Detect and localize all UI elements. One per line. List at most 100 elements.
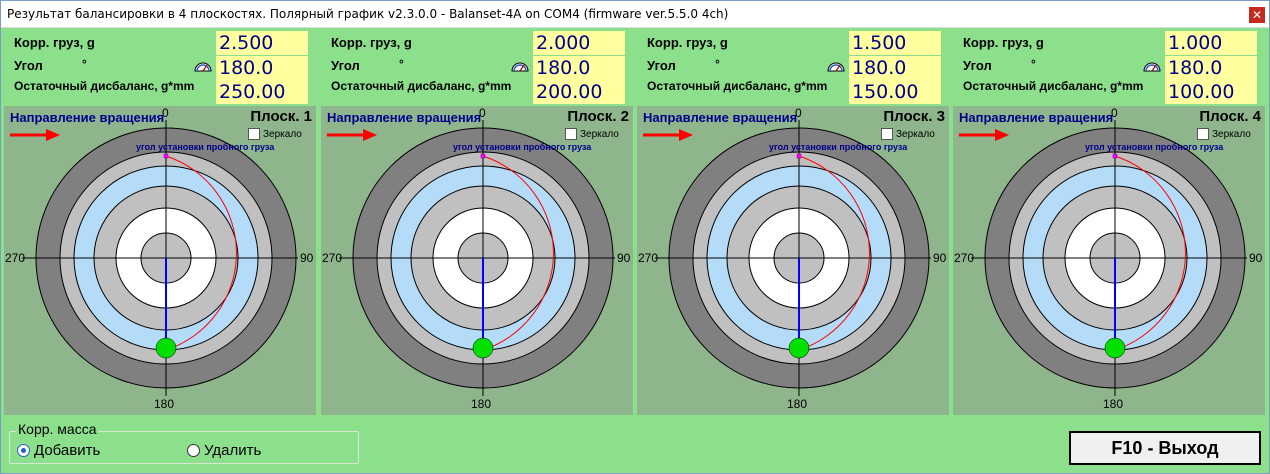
degree-sign: ° <box>1031 57 1036 71</box>
corr-weight-label: Корр. груз, g <box>963 35 1044 50</box>
mirror-checkbox-box[interactable] <box>248 128 260 140</box>
axis-label-270: 270 <box>954 251 975 265</box>
correction-weight-marker <box>788 337 810 359</box>
gauge-icon <box>511 62 529 72</box>
rotation-arrow-icon <box>679 129 693 141</box>
axis-label-90: 90 <box>933 251 947 265</box>
plane-title: Плоск. 4 <box>1199 108 1261 125</box>
axis-label-180: 180 <box>471 397 492 411</box>
plane-panel-2: Корр. груз, g 2.000 Угол ° 180.0 Остаточ… <box>319 28 635 415</box>
exit-button[interactable]: F10 - Выход <box>1069 431 1261 465</box>
radio-add-dot[interactable] <box>17 444 30 457</box>
correction-weight-marker <box>1104 337 1126 359</box>
corr-weight-value: 1.000 <box>1165 31 1257 55</box>
axis-label-180: 180 <box>1103 397 1124 411</box>
mirror-label[interactable]: Зеркало <box>896 129 935 140</box>
mirror-checkbox[interactable]: Зеркало <box>881 128 935 140</box>
polar-chart-svg <box>10 120 298 396</box>
axis-label-180: 180 <box>154 397 175 411</box>
angle-value: 180.0 <box>849 56 941 80</box>
mirror-label[interactable]: Зеркало <box>263 129 302 140</box>
axis-label-270: 270 <box>322 251 343 265</box>
angle-label: Угол <box>331 58 360 73</box>
angle-label: Угол <box>963 58 992 73</box>
gauge-icon <box>1143 62 1161 72</box>
main-window: Результат балансировки в 4 плоскостях. П… <box>0 0 1270 474</box>
rotation-arrow-icon <box>995 129 1009 141</box>
mirror-label[interactable]: Зеркало <box>1212 129 1251 140</box>
mirror-checkbox[interactable]: Зеркало <box>1197 128 1251 140</box>
radio-add[interactable]: Добавить <box>17 442 100 459</box>
radio-remove-label[interactable]: Удалить <box>204 442 261 459</box>
mirror-checkbox-box[interactable] <box>565 128 577 140</box>
polar-chart: Направление вращения Плоск. 4 Зеркало уг… <box>953 106 1265 415</box>
trial-weight-angle-label: угол установки пробного груза <box>136 142 275 152</box>
degree-sign: ° <box>82 57 87 71</box>
axis-label-0: 0 <box>795 106 802 120</box>
degree-sign: ° <box>715 57 720 71</box>
axis-label-90: 90 <box>1249 251 1263 265</box>
corr-weight-value: 1.500 <box>849 31 941 55</box>
axis-label-270: 270 <box>638 251 659 265</box>
residual-label: Остаточный дисбаланс, g*mm <box>963 79 1144 93</box>
corr-weight-value: 2.000 <box>533 31 625 55</box>
degree-sign: ° <box>399 57 404 71</box>
title-bar: Результат балансировки в 4 плоскостях. П… <box>1 1 1269 28</box>
residual-label: Остаточный дисбаланс, g*mm <box>647 79 828 93</box>
bottom-bar: Корр. масса Добавить Удалить F10 - Выход <box>1 415 1269 473</box>
trial-weight-marker <box>796 153 802 159</box>
plane-info: Корр. груз, g 2.000 Угол ° 180.0 Остаточ… <box>319 28 635 106</box>
plane-panel-4: Корр. груз, g 1.000 Угол ° 180.0 Остаточ… <box>951 28 1267 415</box>
mirror-checkbox-box[interactable] <box>881 128 893 140</box>
axis-label-0: 0 <box>479 106 486 120</box>
plane-title: Плоск. 3 <box>883 108 945 125</box>
trial-weight-marker <box>163 153 169 159</box>
residual-value: 150.00 <box>849 80 941 104</box>
mirror-checkbox[interactable]: Зеркало <box>248 128 302 140</box>
rotation-arrow-icon <box>46 129 60 141</box>
corr-weight-value: 2.500 <box>216 31 308 55</box>
polar-chart-svg <box>959 120 1247 396</box>
corr-weight-label: Корр. груз, g <box>647 35 728 50</box>
plane-info: Корр. груз, g 1.000 Угол ° 180.0 Остаточ… <box>951 28 1267 106</box>
residual-value: 200.00 <box>533 80 625 104</box>
corr-weight-label: Корр. груз, g <box>14 35 95 50</box>
gauge-icon <box>194 62 212 72</box>
window-title: Результат балансировки в 4 плоскостях. П… <box>7 7 729 21</box>
close-button[interactable]: ✕ <box>1249 7 1265 23</box>
plane-title: Плоск. 1 <box>250 108 312 125</box>
mirror-checkbox-box[interactable] <box>1197 128 1209 140</box>
residual-label: Остаточный дисбаланс, g*mm <box>14 79 195 93</box>
radio-remove-dot[interactable] <box>187 444 200 457</box>
corr-weight-label: Корр. груз, g <box>331 35 412 50</box>
plane-info: Корр. груз, g 2.500 Угол ° 180.0 Остаточ… <box>2 28 318 106</box>
angle-value: 180.0 <box>1165 56 1257 80</box>
axis-label-90: 90 <box>300 251 314 265</box>
mirror-checkbox[interactable]: Зеркало <box>565 128 619 140</box>
plane-title: Плоск. 2 <box>567 108 629 125</box>
correction-weight-marker <box>472 337 494 359</box>
axis-label-180: 180 <box>787 397 808 411</box>
gauge-icon <box>827 62 845 72</box>
trial-weight-marker <box>1112 153 1118 159</box>
trial-weight-angle-label: угол установки пробного груза <box>1085 142 1224 152</box>
radio-remove[interactable]: Удалить <box>187 442 261 459</box>
residual-value: 100.00 <box>1165 80 1257 104</box>
rotation-arrow-icon <box>363 129 377 141</box>
rotation-direction-label: Направление вращения <box>959 110 1114 125</box>
polar-chart-svg <box>643 120 931 396</box>
corr-mass-title: Корр. масса <box>16 421 99 437</box>
axis-label-90: 90 <box>617 251 631 265</box>
polar-chart: Направление вращения Плоск. 3 Зеркало уг… <box>637 106 949 415</box>
trial-weight-angle-label: угол установки пробного груза <box>453 142 592 152</box>
mirror-label[interactable]: Зеркало <box>580 129 619 140</box>
angle-label: Угол <box>14 58 43 73</box>
plane-info: Корр. груз, g 1.500 Угол ° 180.0 Остаточ… <box>635 28 951 106</box>
trial-weight-marker <box>480 153 486 159</box>
plane-panel-3: Корр. груз, g 1.500 Угол ° 180.0 Остаточ… <box>635 28 951 415</box>
rotation-direction-label: Направление вращения <box>10 110 165 125</box>
radio-add-label[interactable]: Добавить <box>34 442 100 459</box>
polar-chart-svg <box>327 120 615 396</box>
rotation-direction-label: Направление вращения <box>327 110 482 125</box>
axis-label-0: 0 <box>162 106 169 120</box>
